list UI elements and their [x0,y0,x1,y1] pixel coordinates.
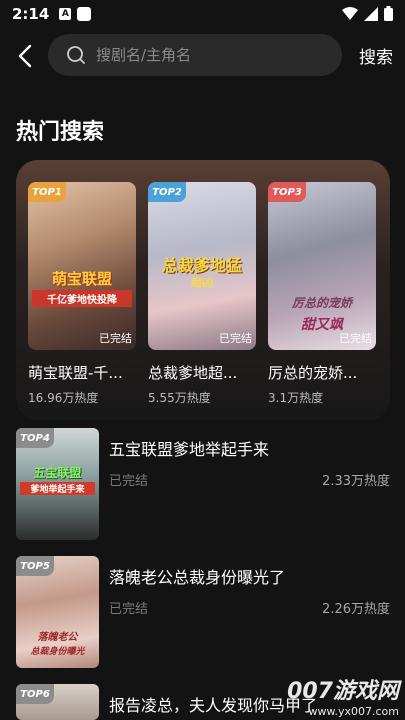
thumbnail-image: 五宝联盟 爹地举起手来 TOP4 [16,428,99,540]
search-box[interactable] [48,34,342,76]
watermark-main: 007游戏网 [287,679,399,704]
poster-subtitle-art: 千亿爹地快投降 [32,290,132,307]
thumbnail-subtitle-art: 爹地举起手来 [20,482,95,495]
card-heat: 3.1万热度 [268,391,324,405]
rank-badge: TOP1 [28,182,66,202]
list-item-status: 已完结 [109,602,149,617]
completion-status: 已完结 [99,332,132,345]
notification-square-icon [77,7,92,21]
thumbnail-image: TOP6 [16,684,99,720]
thumbnail-image: 落魄老公 总裁身份曝光 TOP5 [16,556,99,668]
rank-badge: TOP3 [268,182,306,202]
notification-icons: A [59,7,92,21]
completion-status: 已完结 [219,332,252,345]
completion-status: 已完结 [339,332,372,345]
list-item-heat: 2.26万热度 [322,602,390,617]
poster-image: 总裁爹地猛 超凶 TOP2 已完结 [148,182,256,350]
top-card-3[interactable]: 厉总的宠娇 甜又飒 TOP3 已完结 厉总的宠娇... 3.1万热度 [268,182,376,406]
card-title: 总裁爹地超... [148,364,238,382]
top-card-1[interactable]: 萌宝联盟 千亿爹地快投降 TOP1 已完结 萌宝联盟-千... 16.96万热度 [28,182,136,406]
card-title: 萌宝联盟-千... [28,364,123,382]
rank-badge: TOP2 [148,182,186,202]
thumbnail-title-art: 落魄老公 [37,632,78,643]
top-card-2[interactable]: 总裁爹地猛 超凶 TOP2 已完结 总裁爹地超... 5.55万热度 [148,182,256,406]
list-item-title: 五宝联盟爹地举起手来 [109,440,270,459]
poster-image: 萌宝联盟 千亿爹地快投降 TOP1 已完结 [28,182,136,350]
chevron-left-icon [18,44,32,68]
list-item-title: 报告凌总，夫人发现你马甲了 [109,696,318,715]
search-input[interactable] [96,46,316,64]
status-bar: 2:14 A [0,0,405,28]
thumbnail-title-art: 五宝联盟 [33,466,82,480]
search-header: 搜索 [0,34,405,78]
card-heat: 5.55万热度 [148,391,211,405]
poster-subtitle-art: 超凶 [191,276,213,289]
poster-title-art: 厉总的宠娇 [291,296,352,310]
status-time: 2:14 [12,5,50,23]
list-item-status: 已完结 [109,474,149,489]
section-title: 热门搜索 [16,120,105,145]
signal-icon [364,6,378,21]
card-heat: 16.96万热度 [28,391,99,405]
rank-badge: TOP6 [16,684,54,704]
rank-badge: TOP4 [16,428,54,448]
poster-title-art: 总裁爹地猛 [161,256,242,275]
list-item-top5[interactable]: 落魄老公 总裁身份曝光 TOP5 落魄老公总裁身份曝光了 已完结 2.26万热度 [16,556,390,668]
top-ranking-panel: 萌宝联盟 千亿爹地快投降 TOP1 已完结 萌宝联盟-千... 16.96万热度… [16,160,390,420]
list-item-top4[interactable]: 五宝联盟 爹地举起手来 TOP4 五宝联盟爹地举起手来 已完结 2.33万热度 [16,428,390,540]
wifi-icon [342,6,358,20]
watermark: 007游戏网 www.yx007.com [287,673,399,718]
back-button[interactable] [10,40,40,72]
rank-badge: TOP5 [16,556,54,576]
search-icon [67,46,85,64]
thumbnail-subtitle-art: 总裁身份曝光 [30,647,85,657]
battery-icon [384,6,393,21]
search-button[interactable]: 搜索 [359,43,393,68]
notification-a-icon: A [59,8,72,20]
watermark-url: www.yx007.com [308,705,399,718]
list-item-title: 落魄老公总裁身份曝光了 [109,568,286,587]
poster-title-art: 萌宝联盟 [51,270,112,288]
poster-image: 厉总的宠娇 甜又飒 TOP3 已完结 [268,182,376,350]
card-title: 厉总的宠娇... [268,364,358,382]
list-item-heat: 2.33万热度 [322,474,390,489]
system-icons [342,6,393,21]
